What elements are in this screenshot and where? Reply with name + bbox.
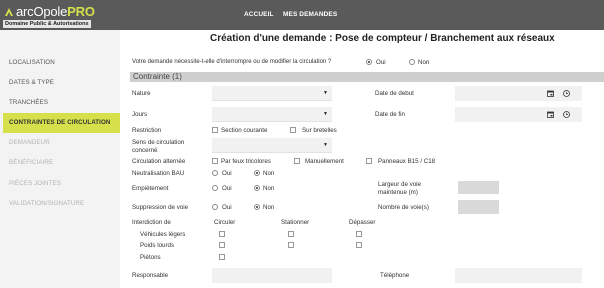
vl-circuler-checkbox[interactable] (219, 231, 225, 237)
question-yes-label: Oui (376, 59, 386, 66)
sidebar-item-demandeur: DEMANDEUR (9, 139, 50, 146)
pl-circuler-checkbox[interactable] (219, 242, 225, 248)
top-navigation-bar: arcOpolePRO Domaine Public & Autorisatio… (0, 0, 604, 30)
suppression-oui-label: Oui (222, 204, 232, 211)
circulation-question: Votre demande nécessite-t-elle d'interro… (132, 59, 332, 65)
pl-depasser-checkbox[interactable] (356, 242, 362, 248)
vl-depasser-checkbox[interactable] (356, 231, 362, 237)
chevron-down-icon: ▼ (323, 142, 328, 148)
chevron-down-icon: ▼ (323, 111, 328, 117)
interdiction-label: Interdiction de (132, 219, 171, 226)
date-debut-input[interactable] (455, 86, 582, 101)
sidebar-item-beneficiaire: BÉNÉFICIAIRE (9, 159, 54, 166)
sidebar-item-contraintes-circulation[interactable]: CONTRAINTES DE CIRCULATION (3, 113, 120, 133)
alternee-manuellement-label: Manuellement (305, 158, 344, 165)
largeur-label-line2: maintenue (m) (378, 189, 418, 196)
sidebar-item-validation-signature: VALIDATION/SIGNATURE (9, 200, 85, 207)
logo-mark-icon (5, 8, 13, 16)
alternee-feux-label: Par feux tricolores (221, 158, 271, 165)
nature-label: Nature (132, 90, 151, 97)
calendar-icon[interactable] (547, 111, 554, 118)
section-header-contrainte: Contrainte (1) (130, 72, 604, 82)
question-no-label: Non (418, 59, 430, 66)
alternee-feux-checkbox[interactable] (212, 158, 218, 164)
suppression-non-label: Non (263, 204, 275, 211)
sens-label-line2: concerné (132, 147, 158, 154)
page-title: Création d'une demande : Pose de compteu… (210, 33, 555, 44)
alternee-manuellement-checkbox[interactable] (294, 158, 300, 164)
empietement-non-radio[interactable] (254, 185, 260, 191)
restriction-sur-bretelles-checkbox[interactable] (290, 127, 296, 133)
logo-title: arcOpolePRO (16, 4, 95, 19)
restriction-label: Restriction (132, 127, 162, 134)
suppression-non-radio[interactable] (254, 204, 260, 210)
vl-stationner-checkbox[interactable] (288, 231, 294, 237)
bau-non-label: Non (263, 170, 275, 177)
section-title: Contrainte (1) (133, 72, 182, 81)
jours-select[interactable]: ▼ (212, 107, 332, 122)
jours-label: Jours (132, 111, 148, 118)
interdiction-col-circuler: Circuler (214, 219, 236, 226)
largeur-input[interactable] (458, 181, 499, 194)
empietement-label: Empiètement (132, 185, 169, 192)
bau-oui-label: Oui (222, 170, 232, 177)
nb-voies-label: Nombre de voie(s) (378, 204, 429, 211)
steps-sidebar: LOCALISATION DATES & TYPE TRANCHÉES CONT… (0, 30, 120, 288)
clock-icon[interactable] (563, 90, 570, 97)
nature-select[interactable]: ▼ (212, 86, 332, 101)
interdiction-col-stationner: Stationner (281, 219, 310, 226)
empietement-non-label: Non (263, 185, 275, 192)
responsable-input[interactable] (212, 268, 332, 283)
date-fin-label: Date de fin (375, 111, 405, 118)
sidebar-item-pieces-jointes: PIÈCES JOINTES (9, 180, 61, 187)
pietons-circuler-checkbox[interactable] (219, 254, 225, 260)
nav-mes-demandes[interactable]: MES DEMANDES (283, 11, 337, 18)
restriction-section-courante-label: Section courante (221, 127, 268, 134)
question-yes-radio[interactable] (366, 59, 372, 65)
interdiction-col-depasser: Dépasser (349, 219, 376, 226)
date-fin-input[interactable] (455, 107, 582, 122)
sens-select[interactable]: ▼ (212, 138, 332, 153)
alternee-label: Circulation alternée (132, 158, 186, 165)
app-logo[interactable]: arcOpolePRO Domaine Public & Autorisatio… (3, 4, 123, 28)
clock-icon[interactable] (563, 111, 570, 118)
empietement-oui-label: Oui (222, 185, 232, 192)
nb-voies-input[interactable] (458, 200, 499, 214)
empietement-oui-radio[interactable] (212, 185, 218, 191)
restriction-section-courante-checkbox[interactable] (212, 127, 218, 133)
calendar-icon[interactable] (547, 90, 554, 97)
telephone-label: Téléphone (380, 272, 410, 279)
bau-oui-radio[interactable] (212, 170, 218, 176)
interdiction-row-pl: Poids lourds (140, 242, 175, 249)
bau-label: Neutralisation BAU (132, 170, 185, 177)
largeur-label-line1: Largeur de voie (378, 181, 421, 188)
sidebar-item-tranchees[interactable]: TRANCHÉES (0, 93, 120, 113)
interdiction-row-pietons: Piétons (140, 254, 161, 261)
suppression-oui-radio[interactable] (212, 204, 218, 210)
question-no-radio[interactable] (409, 59, 415, 65)
sens-label-line1: Sens de circulation (132, 139, 185, 146)
responsable-label: Responsable (132, 272, 169, 279)
chevron-down-icon: ▼ (323, 90, 328, 96)
date-debut-label: Date de debut (375, 90, 414, 97)
interdiction-row-vl: Véhicules légers (140, 231, 186, 238)
restriction-sur-bretelles-label: Sur bretelles (302, 127, 337, 134)
logo-subtitle: Domaine Public & Autorisations (3, 20, 91, 28)
alternee-panneaux-label: Panneaux B15 / C18 (378, 158, 436, 165)
sidebar-item-localisation[interactable]: LOCALISATION (0, 53, 120, 73)
pl-stationner-checkbox[interactable] (288, 242, 294, 248)
sidebar-item-dates-type[interactable]: DATES & TYPE (0, 73, 120, 93)
telephone-input[interactable] (455, 268, 582, 283)
alternee-panneaux-checkbox[interactable] (366, 158, 372, 164)
bau-non-radio[interactable] (254, 170, 260, 176)
suppression-label: Suppression de voie (132, 204, 189, 211)
nav-accueil[interactable]: ACCUEIL (244, 11, 274, 18)
